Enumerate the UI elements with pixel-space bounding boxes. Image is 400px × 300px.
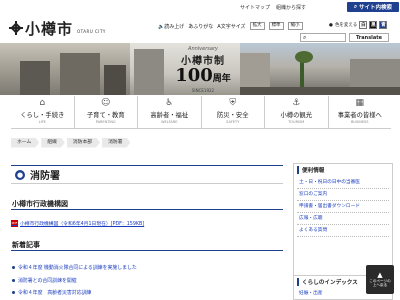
nav-label: 事業者の皆様へ bbox=[337, 112, 382, 119]
color-blue-button[interactable]: 青 bbox=[379, 21, 388, 29]
bullet-icon bbox=[12, 266, 15, 269]
back-to-top-button[interactable]: ▲ このページの 上へ戻る bbox=[366, 265, 394, 294]
logo-sub: OTARU CITY bbox=[77, 28, 106, 34]
business-icon: ▦ bbox=[355, 98, 364, 108]
arrow-up-icon: ▲ bbox=[377, 271, 383, 279]
nav-item-life[interactable]: ⌂ くらし・手続き LIFE bbox=[11, 96, 75, 128]
search-icon: ⌕ bbox=[303, 33, 307, 41]
hero-banner: Anniversary 小樽市制 100周年 SINCE1922 bbox=[0, 43, 400, 95]
sidebar-item-forms[interactable]: 申請書・届出書ダウンロード bbox=[297, 201, 389, 213]
breadcrumb-org[interactable]: 組織 bbox=[41, 138, 65, 148]
sidebar-item-holiday-doctor[interactable]: 土・日・祝日の日中の当番医 bbox=[297, 177, 389, 189]
family-icon: ☺ bbox=[101, 98, 111, 108]
nav-sublabel: SAFETY bbox=[226, 120, 240, 124]
bullet-icon bbox=[12, 279, 15, 282]
google-search-field[interactable]: ⌕ bbox=[300, 33, 346, 42]
nav-item-tourism[interactable]: ⚓ 小樽の観光 TOURISM bbox=[265, 96, 329, 128]
nav-label: 小樽の観光 bbox=[280, 112, 312, 119]
nav-sublabel: WELFARE bbox=[161, 120, 178, 124]
nav-item-safety[interactable]: ⛨ 防災・安全 SAFETY bbox=[202, 96, 265, 128]
nav-item-parenting[interactable]: ☺ 子育て・教育 PARENTING bbox=[75, 96, 138, 128]
sidebar-list: 土・日・祝日の日中の当番医 窓口のご案内 申請書・届出書ダウンロード 広報・広聴… bbox=[297, 177, 389, 237]
translate-button[interactable]: Translate bbox=[349, 33, 389, 42]
org-chart-link-text: 小樽市行政機構図（令和6年4月1日現在）[PDF：159KB] bbox=[20, 222, 145, 227]
nav-sublabel: LIFE bbox=[38, 120, 46, 124]
page-title-bar: ● 消防署 bbox=[11, 165, 283, 184]
nav-item-welfare[interactable]: ♿ 高齢者・福祉 WELFARE bbox=[138, 96, 202, 128]
user-icon: ● bbox=[15, 169, 25, 180]
bullet-icon bbox=[12, 291, 15, 294]
banner-photo-left bbox=[0, 43, 130, 95]
breadcrumb: ホーム 組織 消防本部 消防署 bbox=[11, 137, 132, 148]
banner-photo-right bbox=[240, 43, 400, 95]
org-chart-pdf-link[interactable]: PDF 小樽市行政機構図（令和6年4月1日現在）[PDF：159KB] bbox=[11, 220, 144, 227]
standard-size-button[interactable]: 標準 bbox=[268, 22, 284, 30]
anniversary-title: Anniversary 小樽市制 100周年 SINCE1922 bbox=[168, 46, 238, 93]
nav-sublabel: TOURISM bbox=[288, 120, 305, 124]
accessibility-tools: 🔈読み上げ あふりがな A文字サイズ 拡大 標準 縮小 bbox=[158, 20, 303, 32]
tourism-icon: ⚓ bbox=[292, 98, 301, 108]
nav-label: 子育て・教育 bbox=[86, 112, 125, 119]
global-nav: ⌂ くらし・手続き LIFE ☺ 子育て・教育 PARENTING ♿ 高齢者・… bbox=[11, 96, 391, 129]
logo-name: 小樽市 bbox=[25, 19, 74, 38]
breadcrumb-fire-hq[interactable]: 消防本部 bbox=[67, 138, 100, 148]
sidebar-item-counter[interactable]: 窓口のご案内 bbox=[297, 189, 389, 201]
color-white-button[interactable]: 白 bbox=[359, 21, 368, 29]
city-emblem-icon bbox=[9, 21, 23, 35]
site-search-button[interactable]: ⌕ サイト内検索 bbox=[347, 2, 399, 12]
font-size-label: A文字サイズ bbox=[217, 23, 246, 30]
anniversary-number: 100周年 bbox=[175, 65, 231, 86]
palette-icon: ● bbox=[329, 22, 333, 28]
furigana-button[interactable]: あふりがな bbox=[188, 23, 213, 30]
back-to-top-line2: 上へ戻る bbox=[372, 283, 388, 287]
sidebar-item-pr[interactable]: 広報・広聴 bbox=[297, 213, 389, 225]
zoom-in-button[interactable]: 拡大 bbox=[249, 22, 265, 30]
nav-label: 高齢者・福祉 bbox=[150, 112, 189, 119]
site-search-label: サイト内検索 bbox=[359, 5, 393, 11]
nav-label: くらし・手続き bbox=[20, 112, 65, 119]
news-item[interactable]: 消防署との合同訓練を開催 bbox=[12, 277, 77, 284]
read-aloud-button[interactable]: 🔈読み上げ bbox=[158, 23, 184, 30]
safety-icon: ⛨ bbox=[229, 98, 237, 108]
sitemap-link[interactable]: サイトマップ bbox=[240, 4, 270, 11]
news-item[interactable]: 令和４年度 機動消火隊合同による訓練を実施しました bbox=[12, 264, 137, 271]
pdf-icon: PDF bbox=[11, 220, 18, 227]
elderly-icon: ♿ bbox=[165, 98, 174, 108]
nav-sublabel: PARENTING bbox=[95, 120, 116, 124]
search-row: ⌕ Translate bbox=[300, 33, 389, 42]
zoom-out-button[interactable]: 縮小 bbox=[287, 22, 303, 30]
section-heading-news: 新着記事 bbox=[11, 240, 283, 251]
page-title: 消防署 bbox=[30, 171, 60, 182]
color-switcher: ● 色を変える 白 黒 青 bbox=[329, 21, 388, 29]
org-search-link[interactable]: 組織から探す bbox=[276, 4, 306, 11]
sidebar-useful-info: 便利情報 土・日・祝日の日中の当番医 窓口のご案内 申請書・届出書ダウンロード … bbox=[293, 163, 393, 279]
utility-links: サイトマップ 組織から探す bbox=[240, 1, 306, 13]
house-icon: ⌂ bbox=[39, 98, 46, 108]
news-item[interactable]: 令和４年度 高齢者災害対応訓練 bbox=[12, 289, 91, 296]
sidebar-item-faq[interactable]: よくある質問 bbox=[297, 225, 389, 237]
nav-sublabel: BUSINESS bbox=[351, 120, 369, 124]
breadcrumb-current: 消防署 bbox=[102, 138, 130, 148]
sidebar-heading: 便利情報 bbox=[294, 164, 392, 175]
site-logo[interactable]: 小樽市 OTARU CITY bbox=[9, 17, 106, 39]
nav-item-business[interactable]: ▦ 事業者の皆様へ BUSINESS bbox=[329, 96, 392, 128]
translate-label: Translate bbox=[355, 34, 383, 41]
section-heading-org-chart: 小樽市行政機構図 bbox=[11, 199, 283, 210]
anniversary-since: SINCE1922 bbox=[191, 88, 215, 93]
breadcrumb-home[interactable]: ホーム bbox=[11, 138, 39, 148]
nav-label: 防災・安全 bbox=[217, 112, 249, 119]
search-icon: ⌕ bbox=[353, 3, 358, 10]
color-label: 色を変える bbox=[334, 23, 358, 28]
color-black-button[interactable]: 黒 bbox=[369, 21, 378, 29]
